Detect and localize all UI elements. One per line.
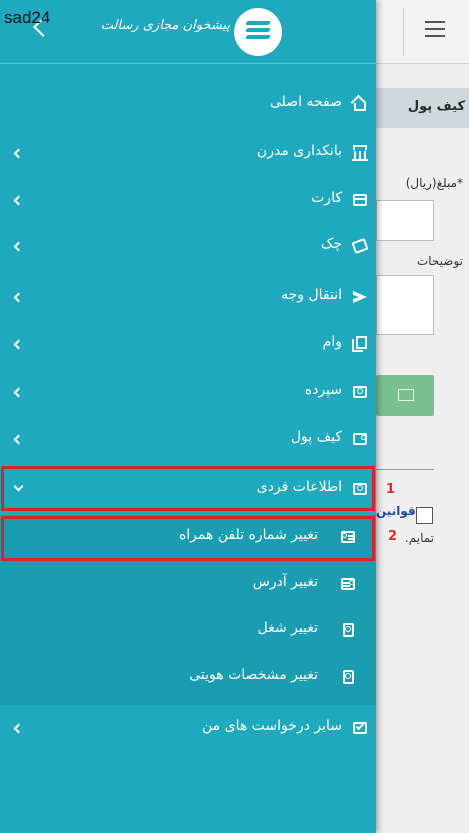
job-badge-icon bbox=[340, 622, 358, 638]
chevron-left-icon bbox=[13, 241, 24, 252]
app-header bbox=[376, 0, 469, 64]
chevron-left-icon bbox=[13, 148, 24, 159]
amount-input[interactable] bbox=[376, 200, 434, 241]
description-input[interactable] bbox=[376, 275, 434, 335]
logo-text: پیشخوان مجازی رسالت bbox=[100, 18, 230, 33]
menu-item-other-requests[interactable]: سایر درخواست های من bbox=[0, 705, 376, 753]
amount-label: *مبلغ(ریال) bbox=[405, 176, 463, 190]
divider-line bbox=[376, 469, 434, 470]
wallet-icon bbox=[352, 431, 368, 447]
annotation-number-2: 2 bbox=[388, 529, 398, 544]
menu-item-deposit[interactable]: سپرده bbox=[0, 369, 376, 417]
bank-icon bbox=[352, 145, 368, 161]
menu-item-label: کارت bbox=[311, 190, 342, 206]
resalat-logo bbox=[234, 8, 282, 56]
chevron-left-icon bbox=[13, 434, 24, 445]
identity-icon bbox=[340, 669, 358, 685]
terms-link[interactable]: قوانین bbox=[376, 504, 416, 518]
menu-item-modern-banking[interactable]: بانکداری مدرن bbox=[0, 130, 376, 178]
chevron-left-icon bbox=[13, 387, 24, 398]
submenu-item-label: تغییر مشخصات هویتی bbox=[189, 667, 318, 683]
navigation-drawer: پیشخوان مجازی رسالت صفحه اصلی بانکداری م… bbox=[0, 0, 376, 833]
submenu-item-change-address[interactable]: تغییر آدرس bbox=[0, 562, 376, 608]
cheque-icon bbox=[351, 237, 369, 255]
header-divider bbox=[403, 8, 404, 56]
terms-suffix: تمایم. bbox=[404, 531, 434, 545]
submenu-item-change-job[interactable]: تغییر شغل bbox=[0, 608, 376, 654]
menu-item-label: بانکداری مدرن bbox=[256, 143, 342, 159]
highlight-box-personal-info bbox=[1, 466, 375, 511]
submenu-item-change-identity[interactable]: تغییر مشخصات هویتی bbox=[0, 655, 376, 701]
menu-item-label: سایر درخواست های من bbox=[202, 718, 342, 734]
deposit-icon bbox=[352, 384, 368, 400]
checklist-icon bbox=[352, 720, 368, 736]
address-card-icon bbox=[340, 576, 358, 592]
menu-item-home[interactable]: صفحه اصلی bbox=[0, 81, 376, 129]
menu-item-label: کیف پول bbox=[290, 429, 342, 445]
chevron-left-icon bbox=[13, 339, 24, 350]
terms-checkbox[interactable] bbox=[416, 507, 433, 524]
hamburger-menu-icon[interactable] bbox=[425, 21, 445, 37]
menu-item-card[interactable]: کارت bbox=[0, 177, 376, 225]
loan-book-icon bbox=[352, 336, 368, 352]
menu-item-transfer[interactable]: انتقال وجه bbox=[0, 274, 376, 322]
chevron-left-icon bbox=[13, 195, 24, 206]
description-label: توضیحات bbox=[416, 254, 463, 268]
menu-item-loan[interactable]: وام bbox=[0, 321, 376, 369]
send-icon bbox=[352, 289, 368, 305]
card-title: کیف پول bbox=[376, 88, 469, 128]
chevron-left-icon bbox=[13, 723, 24, 734]
chevron-left-icon bbox=[13, 292, 24, 303]
submenu-item-label: تغییر شغل bbox=[257, 620, 318, 636]
annotation-number-1: 1 bbox=[386, 482, 396, 497]
highlight-box-change-mobile bbox=[1, 516, 375, 561]
submenu-item-label: تغییر آدرس bbox=[252, 574, 318, 590]
menu-item-label: صفحه اصلی bbox=[269, 94, 342, 110]
menu-item-label: انتقال وجه bbox=[281, 287, 342, 303]
drawer-header: پیشخوان مجازی رسالت bbox=[0, 0, 376, 64]
menu-item-label: وام bbox=[322, 334, 342, 350]
credit-card-icon bbox=[352, 192, 368, 208]
watermark-tag: sad24 bbox=[4, 8, 51, 27]
home-icon bbox=[350, 94, 368, 112]
envelope-icon bbox=[398, 389, 414, 401]
menu-item-wallet[interactable]: کیف پول bbox=[0, 416, 376, 464]
menu-item-label: چک bbox=[320, 236, 342, 252]
submit-button[interactable] bbox=[376, 375, 434, 416]
menu-item-cheque[interactable]: چک bbox=[0, 223, 376, 271]
menu-item-label: سپرده bbox=[304, 382, 342, 398]
